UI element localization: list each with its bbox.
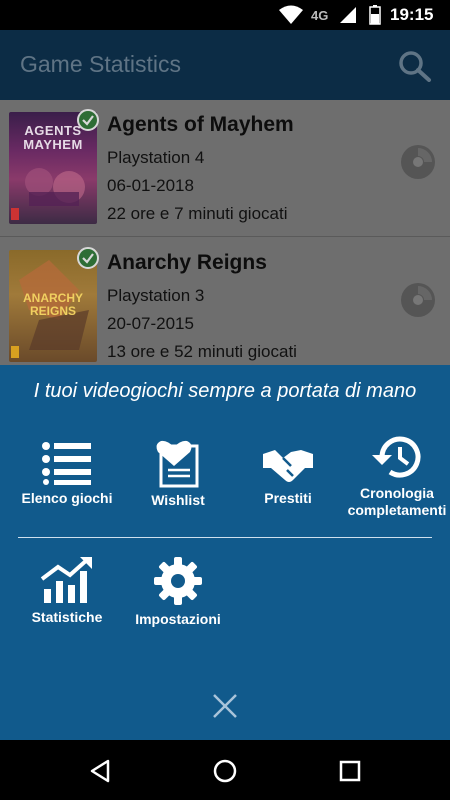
menu-item-wishlist[interactable]: Wishlist (118, 440, 238, 509)
menu-item-label: Prestiti (264, 490, 312, 506)
network-type: 4G (311, 7, 329, 23)
menu-item-label: Elenco giochi (21, 490, 113, 506)
recents-icon[interactable] (336, 757, 364, 785)
clock: 19:15 (390, 5, 434, 24)
quick-menu-panel: I tuoi videogiochi sempre a portata di m… (0, 365, 450, 740)
game-playtime: 13 ore e 52 minuti giocati (107, 342, 297, 361)
completed-check-icon (77, 109, 99, 131)
game-playtime: 22 ore e 7 minuti giocati (107, 204, 288, 223)
wishlist-heart-icon (156, 440, 199, 488)
close-icon[interactable] (211, 692, 239, 720)
list-item[interactable]: AGENTS MAYHEM Agents of Mayhem Playstati… (0, 100, 450, 237)
game-platform: Playstation 4 (107, 148, 205, 167)
back-icon[interactable] (86, 757, 114, 785)
menu-item-label: Statistiche (31, 609, 103, 625)
menu-item-game-list[interactable]: Elenco giochi (7, 440, 127, 507)
game-title: Anarchy Reigns (107, 251, 267, 274)
disc-icon (401, 283, 435, 317)
signal-icon (338, 0, 358, 30)
menu-item-statistics[interactable]: Statistiche (7, 555, 127, 626)
history-icon (372, 436, 421, 478)
game-list: AGENTS MAYHEM Agents of Mayhem Playstati… (0, 100, 450, 365)
menu-item-label: Wishlist (151, 492, 205, 508)
home-icon[interactable] (211, 757, 239, 785)
menu-item-completion-history[interactable]: Cronologia completamenti (337, 433, 450, 519)
completed-check-icon (77, 247, 99, 269)
handshake-icon (263, 450, 313, 482)
menu-headline: I tuoi videogiochi sempre a portata di m… (33, 380, 417, 402)
game-platform: Playstation 3 (107, 286, 205, 305)
disc-icon (401, 145, 435, 179)
menu-item-label: Cronologia completamenti (347, 485, 447, 518)
list-item[interactable]: ANARCHY REIGNS Anarchy Reigns Playstatio… (0, 238, 450, 365)
chart-icon (40, 557, 92, 603)
game-title: Agents of Mayhem (107, 113, 294, 136)
cover-text: ANARCHY REIGNS (23, 291, 83, 318)
status-bar: 4G 19:15 (0, 0, 450, 30)
battery-icon (369, 0, 381, 30)
menu-divider (18, 537, 432, 538)
wifi-icon (278, 0, 304, 30)
app-bar: Game Statistics (0, 30, 450, 100)
menu-item-label: Impostazioni (135, 611, 221, 627)
list-icon (42, 442, 91, 485)
search-icon[interactable] (398, 50, 432, 82)
app-title: Game Statistics (20, 51, 182, 77)
menu-item-settings[interactable]: Impostazioni (118, 555, 238, 628)
gear-icon (154, 557, 202, 605)
menu-item-loans[interactable]: Prestiti (228, 440, 348, 507)
system-nav-bar (0, 740, 450, 800)
game-date: 20-07-2015 (107, 314, 194, 333)
game-date: 06-01-2018 (107, 176, 194, 195)
